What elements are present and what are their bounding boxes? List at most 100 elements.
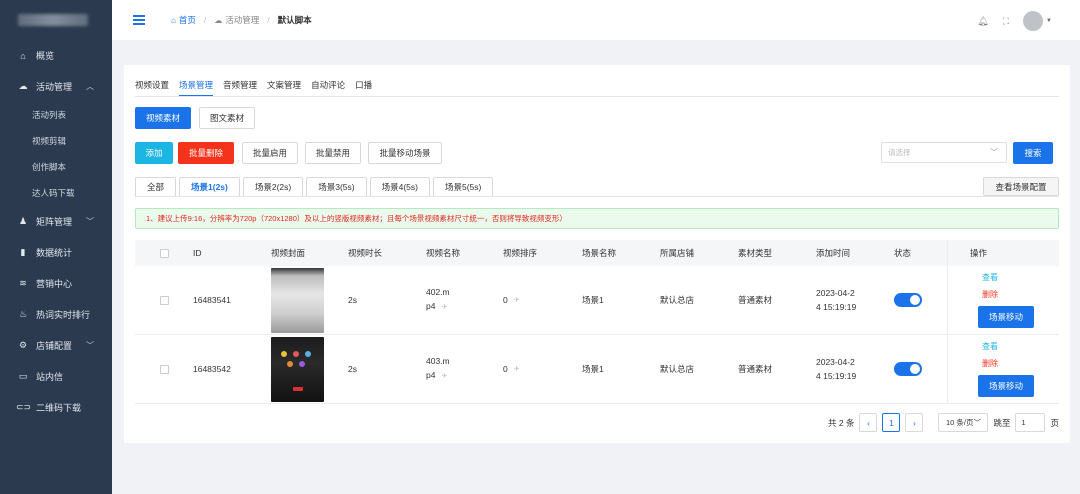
sidebar-item-marketing[interactable]: ≋ 营销中心 [0, 268, 112, 299]
user-menu[interactable]: ▼ [1023, 11, 1052, 31]
tab-copy-management[interactable]: 文案管理 [267, 79, 301, 97]
sidebar-item-label: 矩阵管理 [36, 217, 73, 227]
page-1-button[interactable]: 1 [882, 413, 901, 432]
table-header: ID 视频封面 视频时长 视频名称 视频排序 场景名称 所属店铺 素材类型 添加… [135, 240, 1059, 266]
scene-tab-1[interactable]: 场景1(2s) [179, 177, 240, 196]
tab-scene-management[interactable]: 场景管理 [179, 79, 214, 97]
logo-image [18, 14, 88, 26]
scene-tab-5[interactable]: 场景5(5s) [432, 177, 494, 196]
menu-toggle-icon[interactable] [133, 15, 145, 25]
batch-delete-button[interactable]: 批量删除 [178, 142, 234, 164]
scene-select[interactable]: 请选择 ﹀ [881, 142, 1007, 163]
header-cover: 视频封面 [271, 248, 306, 258]
sidebar-item-overview[interactable]: ⌂ 概览 [0, 40, 112, 71]
add-button[interactable]: 添加 [135, 142, 173, 164]
tab-video-settings[interactable]: 视频设置 [135, 79, 169, 97]
sidebar-item-stats[interactable]: ▮ 数据统计 [0, 237, 112, 268]
home-icon: ⌂ [20, 50, 26, 61]
sidebar-subitem-script[interactable]: 创作脚本 [0, 154, 112, 180]
breadcrumb: ⌂ 首页 / ☁ 活动管理 / 默认脚本 [171, 14, 312, 26]
sidebar-item-matrix[interactable]: ♟ 矩阵管理 ﹀ [0, 206, 112, 237]
next-page-button[interactable]: › [905, 413, 924, 432]
sidebar-item-label: 站内信 [36, 372, 64, 382]
edit-sort-icon[interactable]: ✈ [514, 296, 520, 304]
scene-tab-3[interactable]: 场景3(5s) [306, 177, 367, 196]
breadcrumb-home[interactable]: ⌂ 首页 [171, 14, 196, 26]
sidebar-subitem-video-edit[interactable]: 视频剪辑 [0, 128, 112, 154]
batch-disable-button[interactable]: 批量禁用 [305, 142, 361, 164]
table-row: 16483542 2s 403.m p4 ✈ 0 ✈ 场景1 默认总店 普通素材 20… [135, 335, 1059, 404]
tab-audio-management[interactable]: 音频管理 [223, 79, 257, 97]
header-name: 视频名称 [426, 248, 461, 258]
row-checkbox[interactable] [159, 364, 169, 374]
logo [0, 0, 112, 40]
jump-input[interactable]: 1 [1015, 413, 1046, 432]
move-scene-button[interactable]: 场景移动 [978, 306, 1034, 328]
sidebar-item-label: 数据统计 [36, 248, 73, 258]
sidebar-item-hotwords[interactable]: ♨ 热词实时排行 [0, 299, 112, 330]
delete-link[interactable]: 删除 [982, 289, 998, 300]
video-cover-thumbnail[interactable] [271, 267, 324, 333]
cell-store: 默认总店 [660, 295, 695, 305]
cell-id: 16483542 [193, 364, 231, 374]
cell-type: 普通素材 [738, 364, 773, 374]
move-scene-button[interactable]: 场景移动 [978, 375, 1034, 397]
tab-auto-comment[interactable]: 自动评论 [311, 79, 345, 97]
prev-page-button[interactable]: ‹ [859, 413, 878, 432]
view-link[interactable]: 查看 [982, 272, 998, 283]
page-suffix: 页 [1050, 417, 1059, 428]
sidebar-item-label: 概览 [36, 51, 55, 61]
sidebar: ⌂ 概览 ☁ 活动管理 ︿ 活动列表 视频剪辑 创作脚本 达人码下载 ♟ 矩阵管理 ﹀ ▮… [0, 0, 112, 494]
tab-voiceover[interactable]: 口播 [355, 79, 372, 97]
bell-icon[interactable]: 🔔︎ [977, 16, 988, 27]
video-cover-thumbnail[interactable] [271, 336, 324, 402]
main-card: 视频设置 场景管理 音频管理 文案管理 自动评论 口播 视频素材 图文素材 添加… [124, 65, 1070, 443]
delete-link[interactable]: 删除 [982, 358, 998, 369]
layers-icon: ≋ [19, 278, 27, 288]
header-time: 添加时间 [816, 248, 851, 258]
breadcrumb-activity[interactable]: ☁ 活动管理 [214, 14, 259, 26]
scene-tab-all[interactable]: 全部 [135, 177, 177, 196]
cell-id: 16483541 [193, 295, 231, 305]
cloud-icon: ☁ [18, 81, 28, 91]
batch-move-scene-button[interactable]: 批量移动场景 [368, 142, 442, 164]
header-ops: 操作 [947, 240, 1059, 266]
avatar [1023, 11, 1044, 31]
edit-sort-icon[interactable]: ✈ [514, 365, 520, 373]
cell-time: 2023-04-2 4 15:19:19 [816, 288, 857, 312]
fullscreen-icon[interactable]: ⛶ [1003, 16, 1009, 27]
cell-video-name: 403.m p4 ✈ [426, 356, 450, 380]
cell-type: 普通素材 [738, 295, 773, 305]
top-tabs: 视频设置 场景管理 音频管理 文案管理 自动评论 口播 [135, 79, 372, 97]
view-scene-config-button[interactable]: 查看场景配置 [983, 177, 1059, 196]
select-all-checkbox[interactable] [159, 248, 169, 258]
view-link[interactable]: 查看 [982, 341, 998, 352]
sidebar-item-activity[interactable]: ☁ 活动管理 ︿ [0, 71, 112, 102]
pagination-total: 共 2 条 [828, 417, 855, 428]
status-toggle[interactable] [894, 293, 922, 307]
cell-scene: 场景1 [582, 295, 604, 305]
bar-chart-icon: ▮ [20, 247, 26, 257]
sidebar-subitem-activity-list[interactable]: 活动列表 [0, 102, 112, 128]
chevron-down-icon: ﹀ [86, 341, 94, 350]
cell-duration: 2s [348, 295, 357, 305]
sidebar-item-store-config[interactable]: ⚙ 店铺配置 ﹀ [0, 330, 112, 361]
scene-tab-2[interactable]: 场景2(2s) [242, 177, 304, 196]
image-text-material-tab[interactable]: 图文素材 [199, 107, 255, 129]
sidebar-item-messages[interactable]: ▭ 站内信 [0, 361, 112, 392]
search-button[interactable]: 搜索 [1013, 142, 1053, 164]
row-checkbox[interactable] [159, 295, 169, 305]
edit-name-icon[interactable]: ✈ [441, 304, 447, 311]
sidebar-item-label: 二维码下载 [36, 403, 82, 413]
page-size-select[interactable]: 10 条/页 ﹀ [938, 413, 989, 432]
status-toggle[interactable] [894, 362, 922, 376]
sidebar-item-qrcode[interactable]: ⊂⊃ 二维码下载 [0, 392, 112, 423]
scene-tab-4[interactable]: 场景4(5s) [369, 177, 430, 196]
sidebar-subitem-creator-code[interactable]: 达人码下载 [0, 180, 112, 206]
cell-sort: 0 [503, 364, 508, 374]
cell-store: 默认总店 [660, 364, 695, 374]
table-row: 16483541 2s 402.m p4 ✈ 0 ✈ 场景1 默认总店 普通素材 20… [135, 266, 1059, 335]
batch-enable-button[interactable]: 批量启用 [242, 142, 298, 164]
edit-name-icon[interactable]: ✈ [441, 373, 447, 380]
video-material-tab[interactable]: 视频素材 [135, 107, 191, 129]
